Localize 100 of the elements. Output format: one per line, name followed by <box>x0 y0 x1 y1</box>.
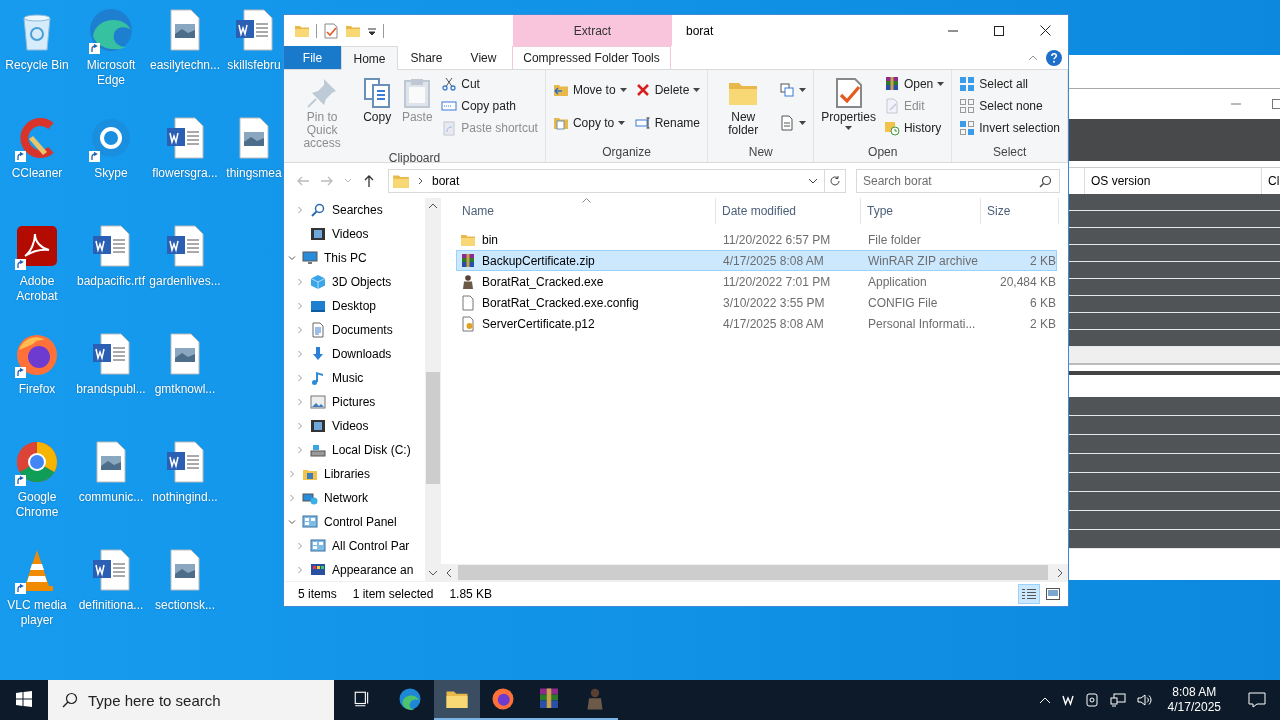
nav-item[interactable]: Local Disk (C:) <box>310 442 411 458</box>
ribbon-button[interactable]: Properties <box>818 73 879 130</box>
nav-item[interactable]: Searches <box>310 202 383 218</box>
nav-item[interactable]: Videos <box>310 418 369 434</box>
ribbon-tab[interactable]: Share <box>398 46 455 69</box>
table-row[interactable] <box>1068 530 1280 549</box>
caret-icon[interactable] <box>367 25 377 36</box>
ribbon-button[interactable]: Move to <box>549 78 630 101</box>
up-arrow-icon[interactable] <box>362 173 376 188</box>
ribbon-tab[interactable]: Compressed Folder Tools <box>512 46 671 69</box>
nav-item[interactable]: This PC <box>302 250 367 266</box>
tray-app-icon[interactable] <box>1061 694 1074 706</box>
table-row[interactable] <box>1068 416 1280 435</box>
ribbon-button[interactable]: Delete <box>631 78 704 101</box>
table-row[interactable] <box>1068 435 1280 454</box>
column-header[interactable]: Name <box>456 198 716 224</box>
file-row[interactable]: BoratRat_Cracked.exe.config 3/10/2022 3:55 PM CONFIG File 6 KB <box>456 292 1057 313</box>
nav-item[interactable]: Libraries <box>302 466 371 482</box>
device-icon[interactable] <box>1084 693 1099 707</box>
maximize-icon[interactable] <box>1272 99 1280 109</box>
help-icon[interactable] <box>1046 49 1062 66</box>
select-all-icon <box>959 76 976 92</box>
notification-icon[interactable] <box>1248 692 1266 708</box>
ribbon-button[interactable]: Invert selection <box>956 117 1063 139</box>
table-row[interactable] <box>1068 511 1280 530</box>
nav-item[interactable]: 3D Objects <box>310 274 392 290</box>
column-header[interactable]: Size <box>981 198 1059 224</box>
table-row[interactable] <box>1068 397 1280 416</box>
refresh-button[interactable] <box>824 168 846 193</box>
breadcrumb-item[interactable]: borat <box>432 173 460 188</box>
search-field[interactable]: Search borat <box>856 168 1060 193</box>
nav-item[interactable]: Appearance an <box>310 562 414 578</box>
taskbar-app[interactable] <box>434 680 480 720</box>
table-row[interactable] <box>1068 473 1280 492</box>
nav-item[interactable]: Control Panel <box>302 514 397 530</box>
nav-item[interactable]: Videos <box>310 226 369 242</box>
ribbon-button[interactable]: Copy path <box>438 95 541 117</box>
nav-item[interactable]: Documents <box>310 322 393 338</box>
chevron-right-icon[interactable] <box>418 176 424 185</box>
table-row[interactable] <box>1068 211 1280 228</box>
table-row[interactable] <box>1068 492 1280 511</box>
clock[interactable]: 8:08 AM 4/17/2025 <box>1167 685 1221 715</box>
magnifier-icon <box>310 202 326 218</box>
ribbon-button[interactable]: Select none <box>956 95 1063 117</box>
horizontal-scrollbar[interactable] <box>441 564 1068 581</box>
table-row[interactable] <box>1068 296 1280 313</box>
table-cell-text: 2 KB <box>1029 316 1057 331</box>
collapse-ribbon-icon[interactable] <box>1028 53 1038 62</box>
picture-icon <box>310 394 326 410</box>
column-header[interactable]: Type <box>861 198 981 224</box>
table-row[interactable] <box>1068 313 1280 330</box>
nav-item[interactable]: Music <box>310 370 364 386</box>
ribbon-tab[interactable]: File <box>284 46 341 69</box>
volume-icon[interactable] <box>1136 693 1153 707</box>
table-cell-text: 4/17/2025 8:08 AM <box>722 316 825 331</box>
column-header[interactable]: Date modified <box>716 198 861 224</box>
table-cell-text: 6 KB <box>1029 295 1057 310</box>
chevron-up-icon[interactable] <box>1038 696 1051 704</box>
large-icons-view-icon <box>1046 588 1060 600</box>
ribbon-button[interactable]: History <box>880 117 948 139</box>
nav-item[interactable]: Desktop <box>310 298 377 314</box>
nav-item[interactable]: Pictures <box>310 394 376 410</box>
delete-icon <box>634 81 651 98</box>
table-row[interactable] <box>1068 245 1280 262</box>
vertical-scrollbar[interactable] <box>425 198 441 581</box>
ribbon-button[interactable]: Select all <box>956 73 1063 95</box>
table-row[interactable] <box>1068 194 1280 211</box>
table-cell-text: Application <box>867 274 928 289</box>
search-icon[interactable] <box>62 692 78 708</box>
ribbon-button[interactable]: Copy <box>358 73 397 124</box>
path-icon <box>441 98 458 114</box>
ribbon-button[interactable]: Rename <box>631 112 704 135</box>
rename-icon <box>634 115 651 132</box>
ribbon-button[interactable]: New folder <box>712 73 775 137</box>
file-row[interactable]: BackupCertificate.zip 4/17/2025 8:08 AM WinRAR ZIP archive 2 KB <box>456 250 1057 271</box>
ribbon-tab[interactable]: Home <box>341 46 398 70</box>
ribbon-button[interactable]: Open <box>880 73 948 95</box>
table-row[interactable] <box>1068 454 1280 473</box>
network-icon[interactable] <box>1109 693 1126 707</box>
chevron-down-icon[interactable] <box>808 177 818 184</box>
table-row[interactable] <box>1068 330 1280 347</box>
ribbon-button[interactable]: Copy to <box>549 112 630 135</box>
nav-item[interactable]: All Control Par <box>310 538 410 554</box>
nav-item[interactable]: Network <box>302 490 368 506</box>
nav-item[interactable]: Downloads <box>310 346 392 362</box>
ribbon-tab[interactable]: View <box>455 46 512 69</box>
details-view-button[interactable] <box>1018 584 1040 604</box>
search-field[interactable]: Type here to search <box>48 680 334 720</box>
browser-icon <box>87 6 135 54</box>
file-row[interactable]: ServerCertificate.p12 4/17/2025 8:08 AM Personal Informati... 2 KB <box>456 313 1057 334</box>
search-icon[interactable] <box>1039 174 1052 188</box>
file-row[interactable]: bin 11/20/2022 6:57 PM File folder <box>456 229 1057 250</box>
archive-icon <box>460 252 476 269</box>
ribbon-button[interactable]: Cut <box>438 73 541 95</box>
table-row[interactable] <box>1068 262 1280 279</box>
address-bar[interactable]: borat <box>388 168 825 193</box>
table-row[interactable] <box>1068 228 1280 245</box>
file-row[interactable]: BoratRat_Cracked.exe 11/20/2022 7:01 PM Application 20,484 KB <box>456 271 1057 292</box>
cube-icon <box>310 274 326 290</box>
table-row[interactable] <box>1068 279 1280 296</box>
